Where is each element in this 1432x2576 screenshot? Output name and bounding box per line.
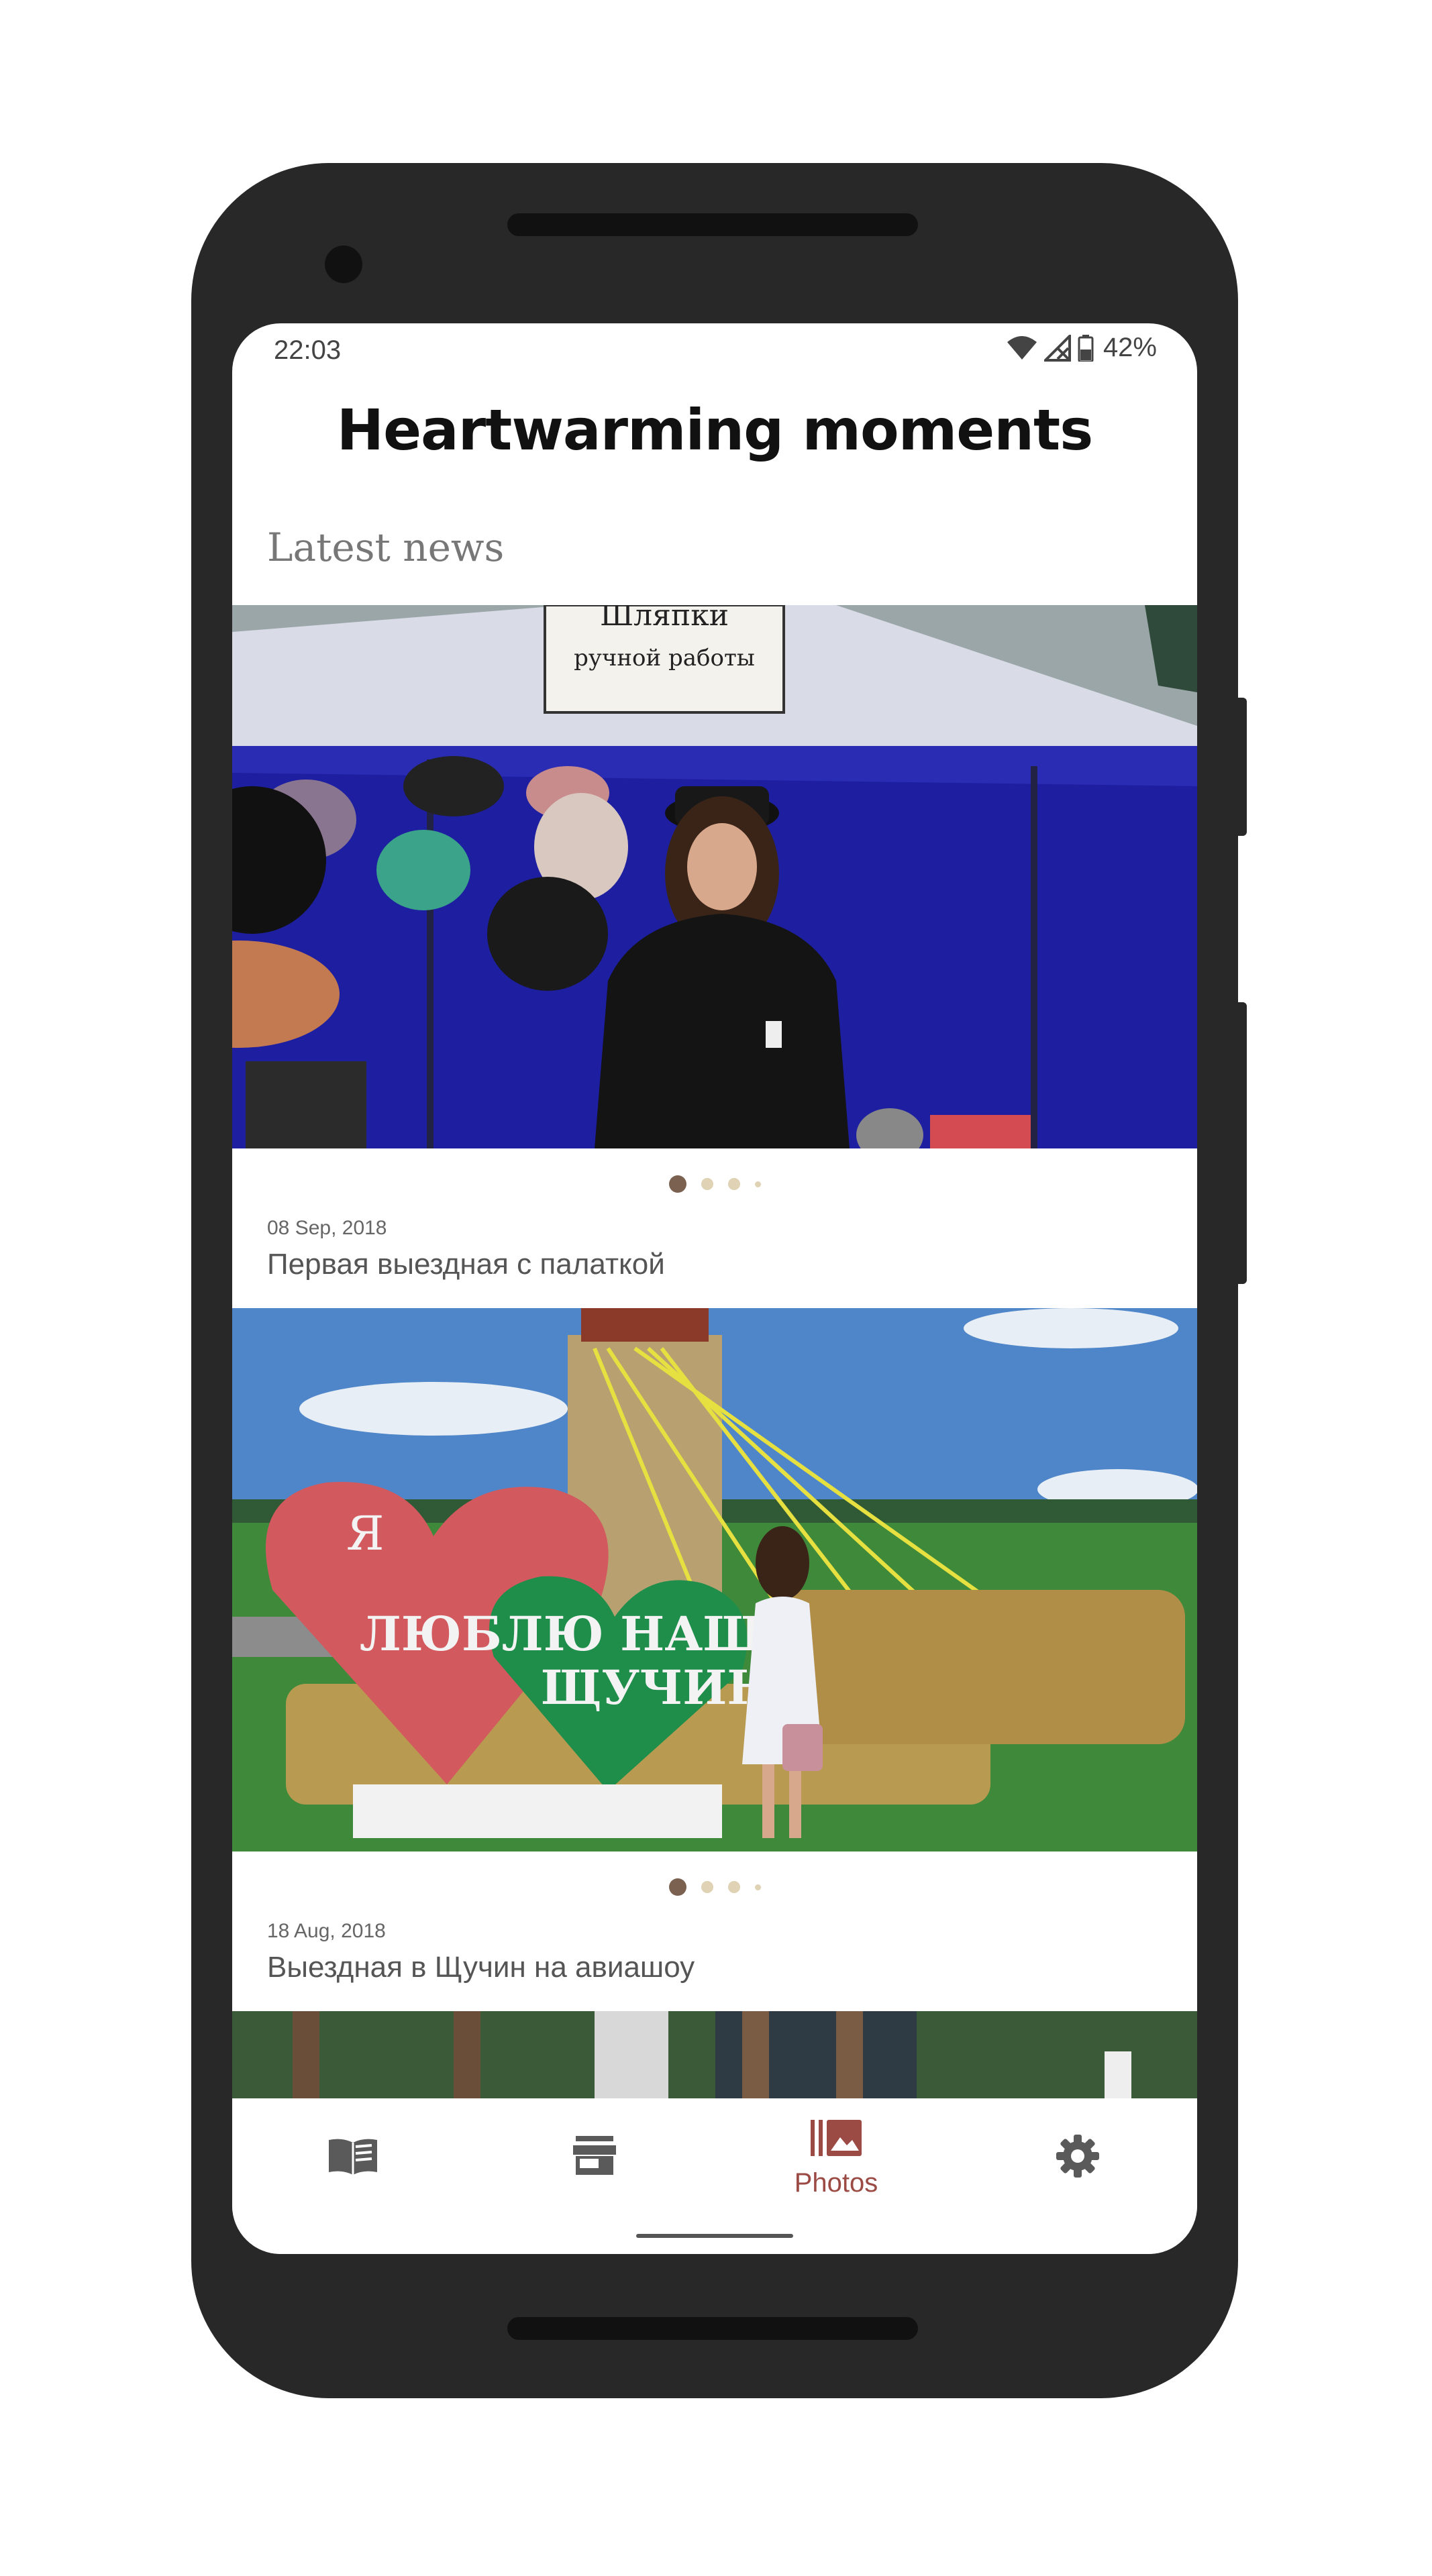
news-card[interactable]	[232, 2011, 1197, 2098]
book-icon	[329, 2139, 377, 2175]
nav-item-store[interactable]	[474, 2098, 715, 2233]
status-bar: 22:03 42%	[232, 323, 1197, 377]
power-button	[1232, 698, 1247, 836]
front-camera	[325, 246, 362, 283]
battery-icon	[1078, 334, 1094, 362]
photos-icon	[811, 2120, 862, 2156]
section-title: Latest news	[267, 525, 505, 570]
gesture-bar[interactable]	[636, 2234, 793, 2238]
wifi-icon	[1007, 335, 1037, 361]
signal-off-icon	[1043, 334, 1071, 362]
carousel-dot[interactable]	[701, 1881, 713, 1893]
news-card[interactable]: Шляпки ручной работы 08 Sep, 2018 Первая…	[232, 605, 1197, 1281]
news-card[interactable]: Я ЛЮБЛЮ НАШ ЩУЧИН! 18 Aug, 2018 Выездная…	[232, 1308, 1197, 1984]
page-title: Heartwarming moments	[336, 397, 1093, 463]
gear-icon	[1056, 2135, 1099, 2178]
carousel-dot[interactable]	[754, 1181, 761, 1187]
sign-text: ручной работы	[574, 645, 755, 672]
carousel-dot[interactable]	[701, 1178, 713, 1190]
bottom-speaker	[507, 2317, 918, 2340]
news-photo[interactable]: Шляпки ручной работы	[232, 605, 1197, 1148]
news-date: 18 Aug, 2018	[267, 1920, 386, 1942]
carousel-dot[interactable]	[754, 1884, 761, 1890]
battery-percent: 42%	[1103, 333, 1157, 362]
store-icon	[573, 2136, 616, 2175]
volume-button	[1232, 1002, 1247, 1284]
nav-item-settings[interactable]	[957, 2098, 1197, 2233]
carousel-dot[interactable]	[668, 1878, 686, 1896]
earpiece-speaker	[507, 213, 918, 236]
nav-label-photos: Photos	[794, 2168, 878, 2198]
nav-item-news[interactable]	[232, 2098, 474, 2233]
carousel-dot[interactable]	[727, 1178, 740, 1190]
heart-text: ЛЮБЛЮ НАШ	[360, 1606, 762, 1662]
heart-text: Я	[346, 1506, 385, 1561]
carousel-indicator[interactable]	[232, 1175, 1197, 1193]
news-photo[interactable]	[232, 2011, 1197, 2098]
sign-text: Шляпки	[600, 605, 729, 633]
carousel-indicator[interactable]	[232, 1878, 1197, 1896]
news-title[interactable]: Выездная в Щучин на авиашоу	[267, 1951, 695, 1984]
nav-item-photos[interactable]: Photos	[715, 2098, 957, 2233]
news-date: 08 Sep, 2018	[267, 1217, 387, 1239]
news-photo[interactable]: Я ЛЮБЛЮ НАШ ЩУЧИН!	[232, 1308, 1197, 1851]
carousel-dot[interactable]	[727, 1881, 740, 1893]
status-icons: 42%	[1007, 333, 1157, 363]
app-screen: 22:03 42% Heartwarming moments Latest ne…	[232, 323, 1197, 2254]
bottom-navigation: Photos	[232, 2098, 1197, 2254]
news-title[interactable]: Первая выездная с палаткой	[267, 1248, 665, 1281]
status-time: 22:03	[274, 335, 342, 365]
carousel-dot[interactable]	[668, 1175, 686, 1193]
